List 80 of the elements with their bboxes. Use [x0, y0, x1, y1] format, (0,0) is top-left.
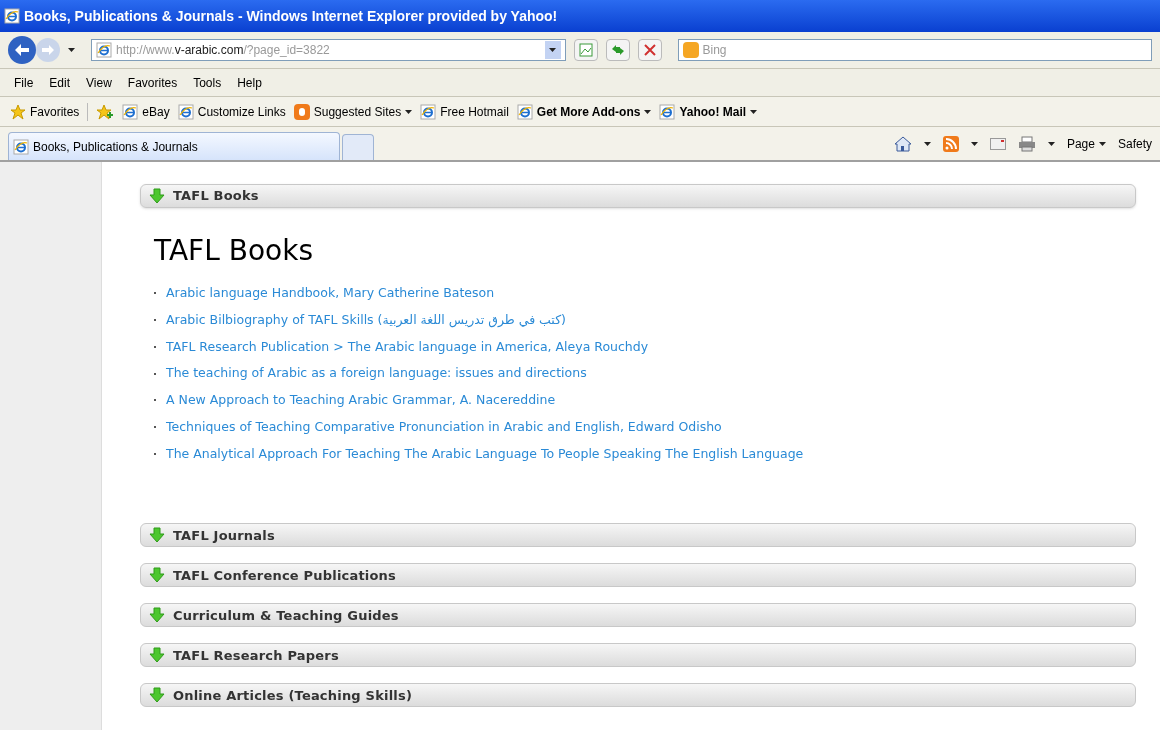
- book-link[interactable]: TAFL Research Publication > The Arabic language in America, Aleya Rouchdy: [166, 337, 649, 357]
- section-header[interactable]: TAFL Research Papers: [140, 643, 1136, 668]
- url-text: http://www.v-arabic.com/?page_id=3822: [116, 42, 330, 59]
- section-title: TAFL Research Papers: [173, 646, 339, 665]
- caret-icon: [644, 109, 652, 114]
- section-header[interactable]: TAFL Conference Publications: [140, 563, 1136, 588]
- page-icon: [578, 43, 593, 57]
- browser-tab[interactable]: Books, Publications & Journals: [8, 132, 340, 160]
- menu-item[interactable]: Favorites: [127, 73, 178, 92]
- book-link[interactable]: Techniques of Teaching Comparative Pronunciation in Arabic and English, Edward Odisho: [166, 417, 722, 437]
- lightbulb-icon: [293, 103, 310, 120]
- favorite-link[interactable]: Suggested Sites: [293, 102, 413, 121]
- caret-icon: [750, 109, 758, 114]
- ie-icon: [13, 138, 29, 155]
- favorite-link[interactable]: Get More Add-ons: [516, 102, 652, 121]
- search-field[interactable]: Bing: [677, 39, 1152, 61]
- caret-icon: [1098, 141, 1106, 146]
- menu-item[interactable]: View: [86, 73, 112, 92]
- caret-icon: [68, 48, 75, 52]
- refresh-icon: [610, 43, 625, 57]
- favorite-link[interactable]: eBay: [122, 102, 170, 121]
- search-input[interactable]: Bing: [702, 41, 1147, 59]
- close-icon: [643, 44, 656, 56]
- book-link[interactable]: Arabic language Handbook, Mary Catherine Bateson: [166, 284, 495, 303]
- ie-icon: [122, 103, 139, 120]
- ie-icon: [177, 103, 194, 120]
- book-link[interactable]: The teaching of Arabic as a foreign language: issues and directions: [166, 364, 587, 383]
- caret-icon: [405, 109, 413, 114]
- caret-icon: [923, 141, 931, 146]
- menu-item[interactable]: File: [14, 73, 34, 92]
- forward-arrow-icon: [42, 45, 54, 55]
- window-title: Books, Publications & Journals - Windows Internet Explorer provided by Yahoo!: [24, 6, 558, 26]
- section-header[interactable]: Online Articles (Teaching Skills): [140, 683, 1136, 708]
- refresh-button[interactable]: [605, 39, 630, 61]
- section-title: TAFL Books: [173, 187, 259, 206]
- favorite-link[interactable]: Free Hotmail: [420, 102, 509, 121]
- feed-icon[interactable]: [942, 135, 959, 152]
- caret-icon: [549, 48, 556, 52]
- book-link[interactable]: A New Approach to Teaching Arabic Grammar, A. Nacereddine: [166, 391, 556, 410]
- add-favorite-icon[interactable]: [96, 103, 115, 120]
- dropdown-icon[interactable]: [544, 41, 561, 59]
- home-icon[interactable]: [893, 135, 912, 152]
- down-arrow-icon: [149, 647, 165, 664]
- down-arrow-icon: [149, 687, 165, 704]
- down-arrow-icon: [149, 188, 165, 204]
- section-header[interactable]: TAFL Books: [140, 184, 1136, 208]
- ie-icon: [420, 103, 437, 120]
- ie-icon: [96, 42, 112, 58]
- book-link[interactable]: The Analytical Approach For Teaching The Arabic Language To People Speaking The English Language: [166, 444, 804, 464]
- menu-item[interactable]: Edit: [49, 73, 71, 92]
- command-button[interactable]: Safety: [1117, 134, 1152, 153]
- down-arrow-icon: [149, 567, 165, 584]
- star-icon: [10, 103, 26, 120]
- printer-icon[interactable]: [1017, 135, 1036, 152]
- section-title: TAFL Conference Publications: [173, 566, 396, 585]
- menu-item[interactable]: Tools: [193, 73, 222, 92]
- ie-icon: [659, 103, 676, 120]
- book-link[interactable]: Arabic Bilbiography of TAFL Skills (كتب في طرق تدريس اللغة العربية): [166, 310, 566, 330]
- back-arrow-icon: [15, 44, 29, 56]
- caret-icon: [1047, 141, 1055, 146]
- section-title: Curriculum & Teaching Guides: [173, 606, 399, 625]
- favorites-button[interactable]: Favorites: [10, 102, 89, 121]
- mail-icon[interactable]: [989, 137, 1006, 150]
- section-title: TAFL Journals: [173, 526, 275, 545]
- back-button[interactable]: [8, 36, 36, 64]
- down-arrow-icon: [149, 527, 165, 544]
- section-title: Online Articles (Teaching Skills): [173, 686, 413, 705]
- command-button[interactable]: Page: [1066, 134, 1106, 153]
- caret-icon: [970, 141, 978, 146]
- down-arrow-icon: [149, 607, 165, 624]
- ie-icon: [516, 103, 533, 120]
- favorite-link[interactable]: Customize Links: [177, 102, 286, 121]
- menu-item[interactable]: Help: [237, 73, 262, 92]
- stop-button[interactable]: [637, 39, 662, 61]
- favorite-link[interactable]: Yahoo! Mail: [659, 102, 758, 121]
- ie-icon: [4, 8, 20, 24]
- address-field[interactable]: http://www.v-arabic.com/?page_id=3822: [91, 39, 566, 61]
- section-header[interactable]: TAFL Journals: [140, 523, 1136, 548]
- section-header[interactable]: Curriculum & Teaching Guides: [140, 603, 1136, 628]
- section-heading: TAFL Books: [154, 233, 314, 269]
